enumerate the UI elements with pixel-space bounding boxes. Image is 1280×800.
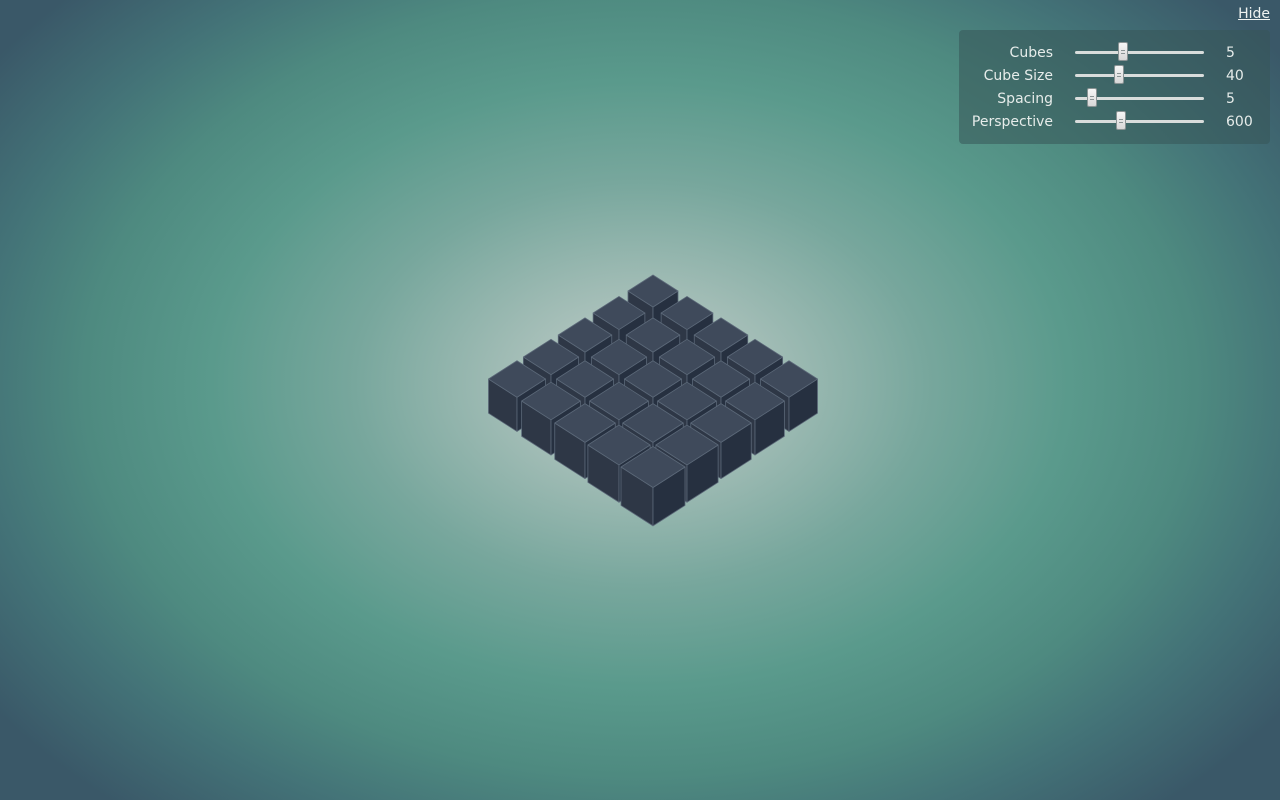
cube-grid-scene [488, 274, 818, 527]
